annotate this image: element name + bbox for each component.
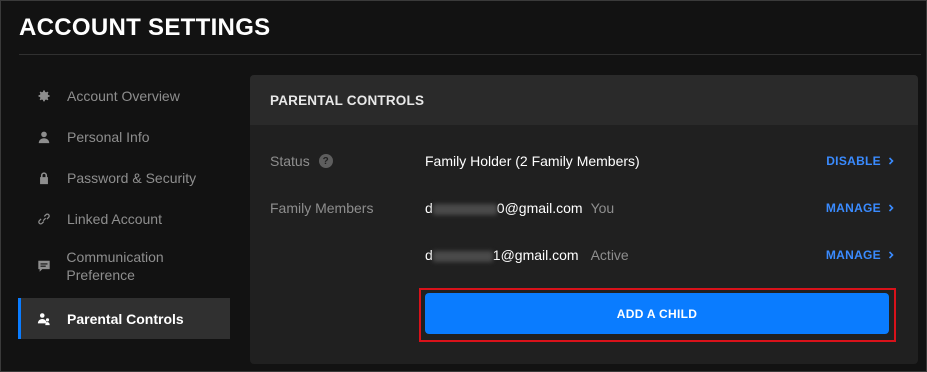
sidebar-item-parental-controls[interactable]: Parental Controls — [18, 298, 230, 339]
message-icon — [36, 258, 51, 274]
sidebar-item-communication-preference[interactable]: Communication Preference — [18, 242, 230, 290]
sidebar-item-personal-info[interactable]: Personal Info — [18, 116, 230, 157]
status-label: Status — [270, 153, 310, 169]
manage-link-label: MANAGE — [825, 201, 881, 215]
title-divider — [19, 54, 921, 55]
disable-link-label: DISABLE — [826, 154, 881, 168]
gear-icon — [36, 88, 52, 104]
add-child-button[interactable]: ADD A CHILD — [425, 293, 889, 334]
manage-link[interactable]: MANAGE — [826, 248, 895, 262]
status-label-group: Status ? — [270, 153, 333, 169]
lock-icon — [36, 170, 52, 186]
sidebar-item-account-overview[interactable]: Account Overview — [18, 75, 230, 116]
app-frame: ACCOUNT SETTINGS Account Overview Person… — [0, 0, 927, 372]
sidebar-item-label: Parental Controls — [67, 310, 184, 327]
email-suffix: 1@gmail.com — [492, 247, 579, 263]
status-value: Family Holder (2 Family Members) — [425, 153, 640, 169]
help-icon[interactable]: ? — [318, 154, 333, 168]
chevron-right-icon — [888, 204, 894, 212]
sidebar-nav: Account Overview Personal Info Password … — [18, 75, 230, 339]
page-title: ACCOUNT SETTINGS — [19, 14, 271, 41]
disable-link[interactable]: DISABLE — [826, 154, 895, 168]
sidebar-item-label: Personal Info — [67, 128, 150, 145]
sidebar-item-label: Linked Account — [67, 210, 162, 227]
chevron-right-icon — [888, 251, 894, 259]
sidebar-item-linked-account[interactable]: Linked Account — [18, 198, 230, 239]
chevron-right-icon — [888, 157, 894, 165]
user-icon — [36, 129, 52, 145]
family-member-email: d 1@gmail.com Active — [425, 247, 629, 263]
panel-title: PARENTAL CONTROLS — [250, 75, 918, 125]
sidebar-item-label: Communication Preference — [66, 249, 164, 283]
status-row: Status ? Family Holder (2 Family Members… — [270, 151, 895, 171]
family-members-label: Family Members — [270, 200, 374, 216]
member-tag: You — [590, 200, 615, 216]
manage-link[interactable]: MANAGE — [826, 201, 895, 215]
link-icon — [36, 211, 52, 227]
sidebar-item-label: Password & Security — [67, 169, 197, 186]
manage-link-label: MANAGE — [825, 248, 881, 262]
email-prefix: d — [425, 247, 433, 263]
email-prefix: d — [425, 200, 433, 216]
member-tag: Active — [590, 247, 629, 263]
email-suffix: 0@gmail.com — [496, 200, 583, 216]
family-member-row: d 1@gmail.com Active MANAGE — [270, 245, 895, 265]
redacted-text — [432, 203, 497, 215]
sidebar-item-password-security[interactable]: Password & Security — [18, 157, 230, 198]
sidebar-item-label: Account Overview — [67, 87, 180, 104]
family-icon — [36, 311, 52, 327]
family-member-row: Family Members d 0@gmail.com You MANAGE — [270, 198, 895, 218]
family-member-email: d 0@gmail.com You — [425, 200, 614, 216]
redacted-text — [432, 250, 493, 262]
